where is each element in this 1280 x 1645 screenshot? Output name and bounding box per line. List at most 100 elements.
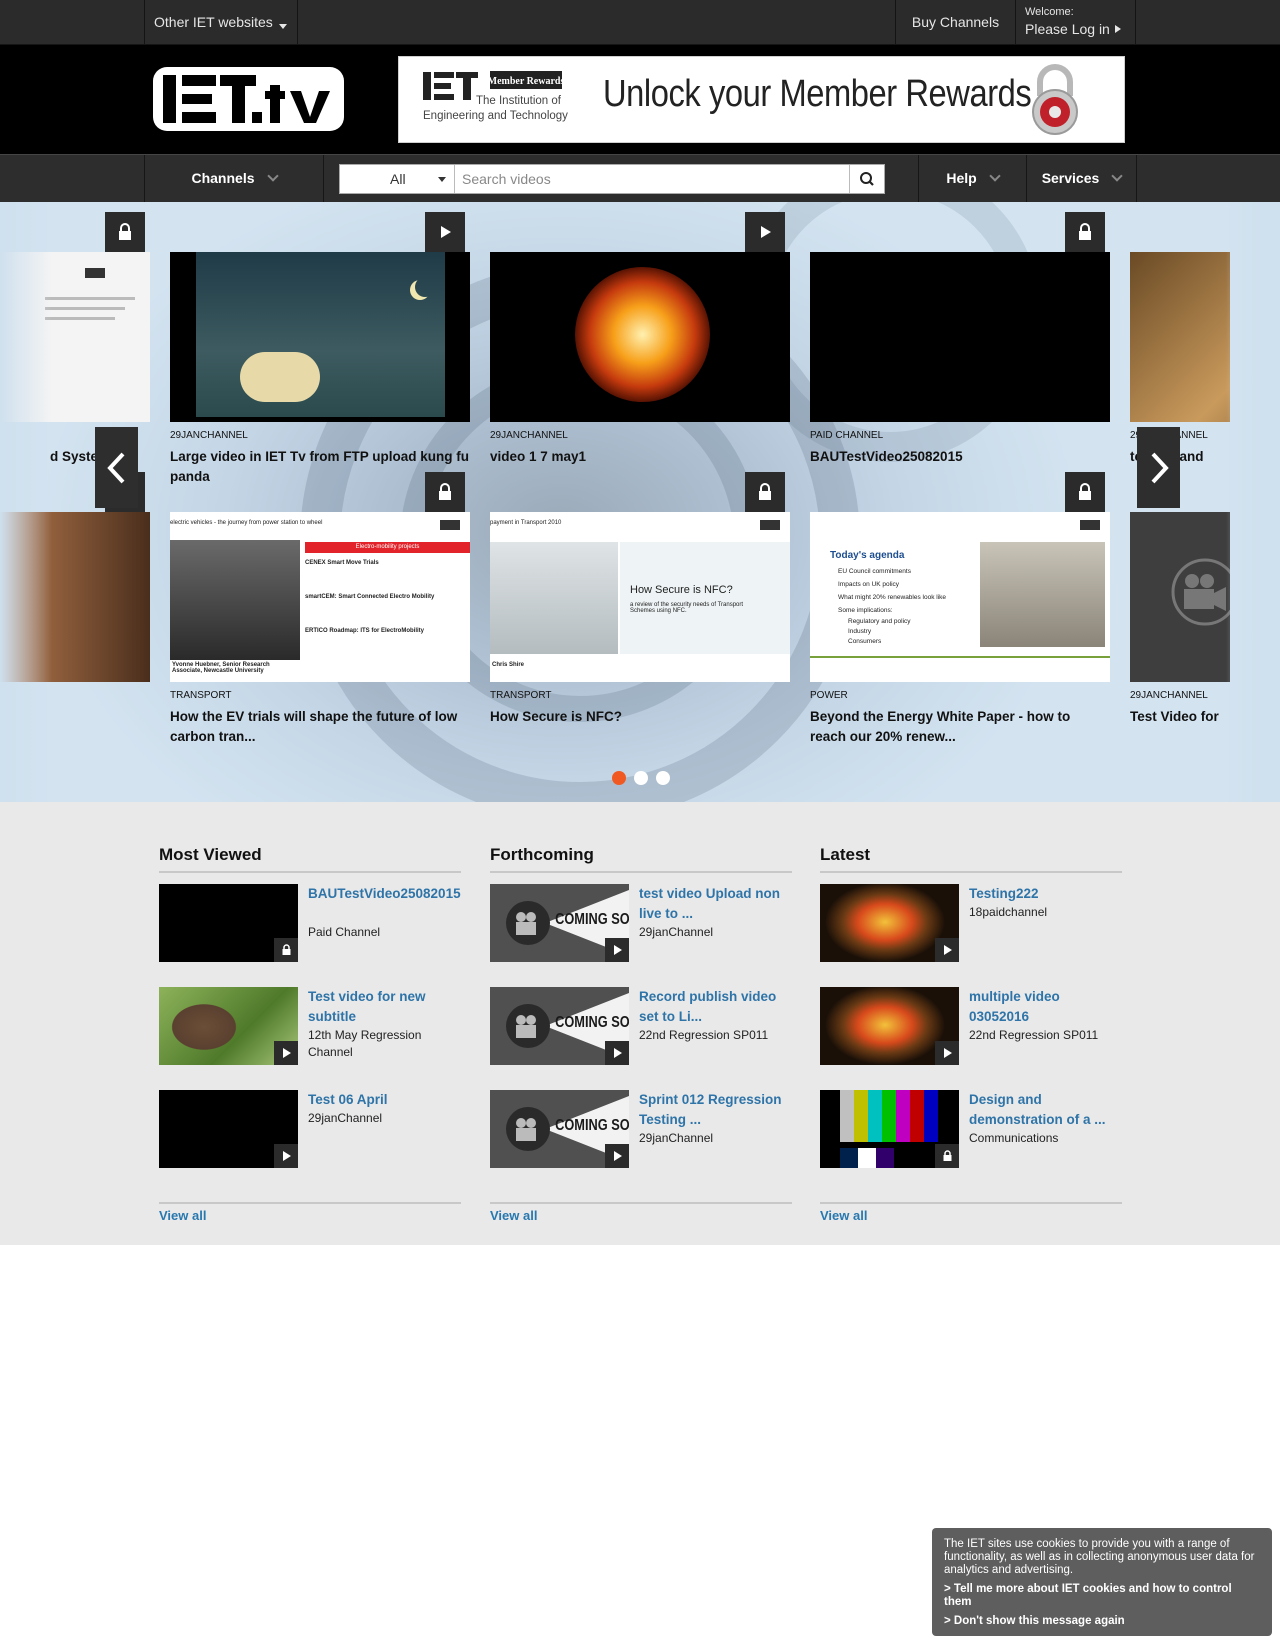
locked-badge	[935, 1144, 959, 1168]
most-viewed-heading: Most Viewed	[159, 845, 262, 864]
video-thumbnail	[159, 884, 298, 962]
channels-label: Channels	[191, 170, 255, 186]
item-title[interactable]: Record publish video set to Li...	[639, 987, 792, 1027]
video-lists-section: Most Viewed BAUTestVideo25082015 Paid Ch…	[0, 802, 1280, 1245]
buy-channels-link[interactable]: Buy Channels	[895, 0, 1015, 45]
card-title: Beyond the Energy White Paper - how to r…	[810, 709, 1071, 744]
item-title[interactable]: Testing222	[969, 884, 1122, 904]
item-title[interactable]: BAUTestVideo25082015	[308, 884, 461, 904]
slide-ev-item: CENEX Smart Move Trials	[305, 560, 379, 566]
slide-footer-rule	[810, 656, 1110, 658]
item-title[interactable]: Design and demonstration of a ...	[969, 1090, 1122, 1130]
doc-line	[45, 297, 135, 300]
search-button[interactable]	[849, 165, 884, 193]
card-channel: TRANSPORT	[490, 690, 552, 701]
member-rewards-banner[interactable]: Member Rewards The Institution of Engine…	[398, 56, 1125, 143]
doc-line	[45, 317, 115, 320]
panda-scene	[196, 252, 445, 417]
cookie-message: The IET sites use cookies to provide you…	[944, 1538, 1255, 1576]
nav-divider	[323, 155, 324, 203]
services-menu[interactable]: Services	[1027, 155, 1136, 203]
play-right-icon	[1114, 25, 1121, 33]
video-thumbnail: COMING SOON	[490, 987, 629, 1065]
view-all-link[interactable]: View all	[159, 1208, 206, 1223]
list-item[interactable]: COMING SOON Record publish video set to …	[490, 987, 792, 1065]
list-item[interactable]: multiple video 03052016 22nd Regression …	[820, 987, 1122, 1065]
item-channel: 12th May Regression Channel	[308, 1028, 422, 1059]
play-badge	[745, 212, 785, 252]
column-divider	[820, 1202, 1122, 1204]
item-channel: 29janChannel	[308, 1111, 383, 1125]
item-channel: 29janChannel	[639, 1131, 714, 1145]
chevron-down-icon	[266, 170, 279, 182]
main-navigation: Channels All Help Services	[0, 154, 1280, 203]
play-badge	[425, 212, 465, 252]
list-item[interactable]: COMING SOON Sprint 012 Regression Testin…	[490, 1090, 792, 1168]
pagination-dot-active[interactable]	[612, 771, 626, 785]
card-channel: TRANSPORT	[170, 690, 232, 701]
video-camera-icon	[1171, 558, 1230, 626]
other-sites-label: Other IET websites	[154, 14, 273, 30]
play-icon	[944, 1048, 952, 1058]
item-channel: 18paidchannel	[969, 905, 1048, 919]
pagination-dot[interactable]	[656, 771, 670, 785]
lock-icon	[119, 223, 131, 240]
video-thumbnail	[1130, 512, 1230, 682]
list-item[interactable]: COMING SOON test video Upload non live t…	[490, 884, 792, 962]
item-title[interactable]: Test 06 April	[308, 1090, 461, 1110]
cookie-more-link[interactable]: > Tell me more about IET cookies and how…	[944, 1583, 1260, 1609]
banner-org-line1: The Institution of	[476, 95, 562, 107]
item-title[interactable]: Test video for new subtitle	[308, 987, 461, 1027]
card-title: BAUTestVideo25082015	[810, 449, 963, 464]
column-divider	[159, 1202, 461, 1204]
slide-ev: electric vehicles - the journey from pow…	[170, 512, 470, 682]
list-item[interactable]: Testing222 18paidchannel	[820, 884, 1122, 962]
carousel-prev-button[interactable]	[95, 427, 138, 508]
video-thumbnail: electric vehicles - the journey from pow…	[170, 512, 470, 682]
search-input[interactable]	[455, 165, 849, 193]
column-divider	[159, 871, 461, 873]
search-bar: All	[339, 164, 885, 194]
item-channel: 22nd Regression SP011	[639, 1028, 769, 1042]
video-thumbnail: Today's agenda EU Council commitments Im…	[810, 512, 1110, 682]
lock-icon	[759, 483, 771, 500]
video-thumbnail: COMING SOON	[490, 1090, 629, 1168]
view-all-link[interactable]: View all	[820, 1208, 867, 1223]
carousel-card[interactable]: 29JANCHANNEL Test Video for	[1130, 512, 1230, 722]
video-thumbnail	[159, 1090, 298, 1168]
pagination-dot[interactable]	[634, 771, 648, 785]
list-item[interactable]: Test video for new subtitle 12th May Reg…	[159, 987, 461, 1065]
other-iet-websites-dropdown[interactable]: Other IET websites	[144, 0, 298, 45]
item-title[interactable]: multiple video 03052016	[969, 987, 1122, 1027]
slide-ev-item: smartCEM: Smart Connected Electro Mobili…	[305, 594, 435, 600]
login-link[interactable]: Welcome: Please Log in	[1015, 0, 1136, 45]
carousel-next-button[interactable]	[1137, 427, 1180, 508]
cookie-notice: The IET sites use cookies to provide you…	[932, 1528, 1272, 1636]
locked-badge	[1065, 212, 1105, 252]
speaker-photo	[170, 540, 300, 660]
help-menu[interactable]: Help	[919, 155, 1026, 203]
list-item[interactable]: Test 06 April 29janChannel	[159, 1090, 461, 1168]
item-title[interactable]: test video Upload non live to ...	[639, 884, 792, 924]
item-channel: Paid Channel	[308, 925, 381, 939]
list-item[interactable]: Design and demonstration of a ... Commun…	[820, 1090, 1122, 1168]
channels-menu[interactable]: Channels	[145, 155, 323, 203]
slide-ev-caption: Yvonne Huebner, Senior Research Associat…	[172, 662, 270, 674]
search-category-select[interactable]: All	[340, 165, 455, 193]
cookie-dismiss-link[interactable]: > Don't show this message again	[944, 1615, 1260, 1628]
banner-headline: Unlock your Member Rewards	[603, 73, 1032, 115]
phoenix-fireball	[575, 267, 710, 402]
slide-nfc-panel	[620, 542, 790, 654]
carousel-fade-right	[1226, 202, 1280, 802]
card-title: Test Video for	[1130, 709, 1219, 722]
lock-icon	[1079, 483, 1091, 500]
iet-tv-logo[interactable]	[153, 67, 344, 131]
view-all-link[interactable]: View all	[490, 1208, 537, 1223]
welcome-label: Welcome:	[1025, 6, 1074, 18]
item-title[interactable]: Sprint 012 Regression Testing ...	[639, 1090, 792, 1130]
chevron-down-icon	[1111, 170, 1123, 182]
slide-power-heading: Today's agenda	[830, 550, 905, 561]
card-title: How Secure is NFC?	[490, 709, 623, 724]
item-channel: 29janChannel	[639, 925, 714, 939]
list-item[interactable]: BAUTestVideo25082015 Paid Channel	[159, 884, 461, 962]
